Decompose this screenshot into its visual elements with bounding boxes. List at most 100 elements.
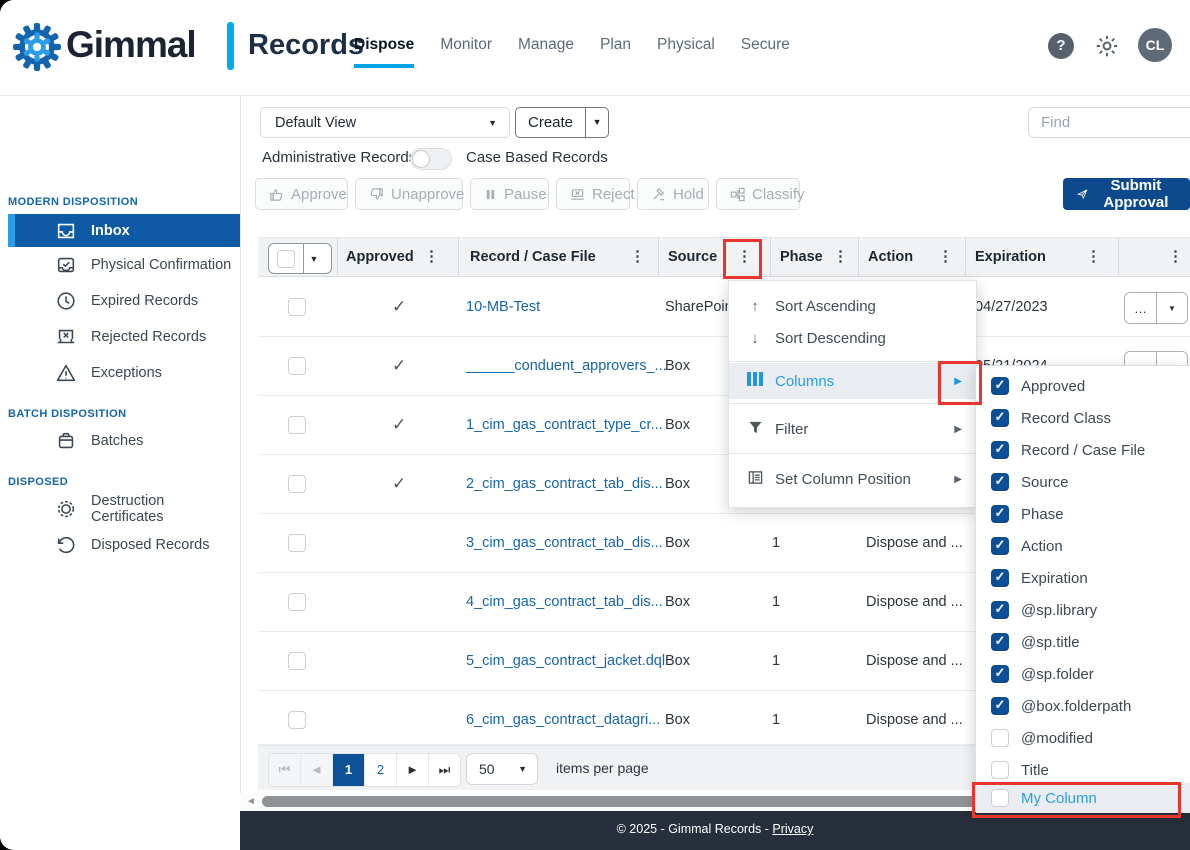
submit-approval-button[interactable]: Submit Approval (1063, 178, 1190, 210)
row-checkbox[interactable] (288, 534, 306, 552)
nav-tab-manage[interactable]: Manage (518, 36, 574, 68)
find-input[interactable] (1028, 107, 1190, 138)
checkbox[interactable] (991, 761, 1009, 779)
sidebar-item-exceptions[interactable]: Exceptions (8, 358, 240, 388)
submenu-item-phase[interactable]: Phase (976, 499, 1190, 529)
row-checkbox[interactable] (288, 357, 306, 375)
record-link[interactable]: 5_cim_gas_contract_jacket.dql (466, 632, 665, 690)
col-header-expiration[interactable]: Expiration (975, 238, 1046, 276)
col-header-phase[interactable]: Phase (780, 238, 823, 276)
checkbox[interactable] (991, 537, 1009, 555)
view-select[interactable]: Default View ▼ (260, 107, 510, 138)
col-menu-source-icon[interactable]: ⋮ (737, 238, 752, 276)
row-more-button[interactable]: … (1125, 293, 1156, 323)
unapprove-button[interactable]: Unapprove (355, 178, 463, 210)
nav-tab-dispose[interactable]: Dispose (354, 36, 414, 68)
col-header-action[interactable]: Action (868, 238, 913, 276)
page-button-2[interactable]: 2 (364, 754, 396, 786)
nav-tab-secure[interactable]: Secure (741, 36, 790, 68)
help-icon[interactable]: ? (1048, 33, 1074, 59)
sidebar-item-physical-confirmation[interactable]: Physical Confirmation (8, 250, 240, 280)
reject-button[interactable]: Reject (556, 178, 630, 210)
submenu-item-title[interactable]: Title (976, 755, 1190, 785)
checkbox[interactable] (991, 633, 1009, 651)
col-header-approved[interactable]: Approved (346, 238, 414, 276)
sidebar-item-inbox[interactable]: Inbox (8, 214, 240, 247)
menu-item-filter[interactable]: Filter ▶ (729, 411, 976, 447)
submenu-item-my-column[interactable]: My Column (976, 783, 1190, 813)
row-checkbox[interactable] (288, 475, 306, 493)
record-link[interactable]: 6_cim_gas_contract_datagri... (466, 691, 660, 749)
sidebar-item-rejected-records[interactable]: Rejected Records (8, 322, 240, 352)
col-menu-expiration-icon[interactable]: ⋮ (1086, 238, 1101, 276)
user-avatar[interactable]: CL (1138, 28, 1172, 62)
select-all-group[interactable]: ▼ (268, 243, 332, 274)
record-link[interactable]: 10-MB-Test (466, 278, 540, 336)
classify-button[interactable]: Classify (716, 178, 800, 210)
table-row[interactable]: 10-MB-Test SharePoint 04/27/2023 …▼ (258, 278, 1190, 337)
prev-page-button[interactable]: ◄ (300, 754, 332, 786)
pause-button[interactable]: Pause (470, 178, 549, 210)
page-button-1[interactable]: 1 (332, 754, 364, 786)
submenu-item-box-folderpath[interactable]: @box.folderpath (976, 691, 1190, 721)
checkbox[interactable] (991, 569, 1009, 587)
checkbox[interactable] (991, 441, 1009, 459)
sidebar-item-batches[interactable]: Batches (8, 426, 240, 456)
col-header-source[interactable]: Source (668, 238, 717, 276)
create-button[interactable]: Create (516, 108, 585, 137)
submenu-item-approved[interactable]: Approved (976, 371, 1190, 401)
checkbox[interactable] (991, 789, 1009, 807)
submenu-item-modified[interactable]: @modified (976, 723, 1190, 753)
menu-item-sort-ascending[interactable]: ↑ Sort Ascending (729, 289, 976, 323)
col-header-record-case-file[interactable]: Record / Case File (470, 238, 596, 276)
settings-gear-icon[interactable] (1094, 33, 1120, 59)
nav-tab-plan[interactable]: Plan (600, 36, 631, 68)
checkbox[interactable] (991, 377, 1009, 395)
sidebar-item-disposed-records[interactable]: Disposed Records (8, 530, 240, 560)
checkbox[interactable] (991, 729, 1009, 747)
submenu-item-record-case-file[interactable]: Record / Case File (976, 435, 1190, 465)
col-menu-actions-icon[interactable]: ⋮ (1168, 238, 1183, 276)
first-page-button[interactable]: ⏮︎ (269, 754, 300, 786)
record-link[interactable]: 3_cim_gas_contract_tab_dis... (466, 514, 663, 572)
col-menu-approved-icon[interactable]: ⋮ (424, 238, 439, 276)
checkbox[interactable] (991, 697, 1009, 715)
nav-tab-physical[interactable]: Physical (657, 36, 715, 68)
submenu-item-source[interactable]: Source (976, 467, 1190, 497)
submenu-item-sp-folder[interactable]: @sp.folder (976, 659, 1190, 689)
checkbox[interactable] (991, 601, 1009, 619)
col-menu-action-icon[interactable]: ⋮ (938, 238, 953, 276)
checkbox[interactable] (991, 665, 1009, 683)
menu-item-sort-descending[interactable]: ↓ Sort Descending (729, 321, 976, 355)
row-checkbox[interactable] (288, 711, 306, 729)
sidebar-item-expired-records[interactable]: Expired Records (8, 286, 240, 316)
create-caret-icon[interactable]: ▼ (585, 108, 608, 137)
approve-button[interactable]: Approve (255, 178, 348, 210)
row-checkbox[interactable] (288, 298, 306, 316)
privacy-link[interactable]: Privacy (772, 822, 813, 836)
row-caret-button[interactable]: ▼ (1156, 293, 1187, 323)
nav-tab-monitor[interactable]: Monitor (440, 36, 492, 68)
row-checkbox[interactable] (288, 593, 306, 611)
select-all-checkbox[interactable] (277, 250, 295, 268)
record-link[interactable]: ______conduent_approvers_... (466, 337, 667, 395)
record-link[interactable]: 2_cim_gas_contract_tab_dis... (466, 455, 663, 513)
last-page-button[interactable]: ⏭︎ (428, 754, 460, 786)
col-menu-record-icon[interactable]: ⋮ (630, 238, 645, 276)
page-size-select[interactable]: 50 ▼ (466, 753, 538, 785)
submenu-item-action[interactable]: Action (976, 531, 1190, 561)
checkbox[interactable] (991, 409, 1009, 427)
create-split-button[interactable]: Create ▼ (515, 107, 609, 138)
row-checkbox[interactable] (288, 416, 306, 434)
submenu-item-expiration[interactable]: Expiration (976, 563, 1190, 593)
submenu-item-sp-title[interactable]: @sp.title (976, 627, 1190, 657)
records-mode-toggle[interactable] (410, 148, 452, 170)
sidebar-item-destruction-certificates[interactable]: Destruction Certificates (8, 494, 240, 524)
checkbox[interactable] (991, 505, 1009, 523)
checkbox[interactable] (991, 473, 1009, 491)
submenu-item-sp-library[interactable]: @sp.library (976, 595, 1190, 625)
menu-item-set-column-position[interactable]: Set Column Position ▶ (729, 461, 976, 497)
hold-button[interactable]: Hold (637, 178, 709, 210)
next-page-button[interactable]: ► (396, 754, 428, 786)
record-link[interactable]: 4_cim_gas_contract_tab_dis... (466, 573, 663, 631)
